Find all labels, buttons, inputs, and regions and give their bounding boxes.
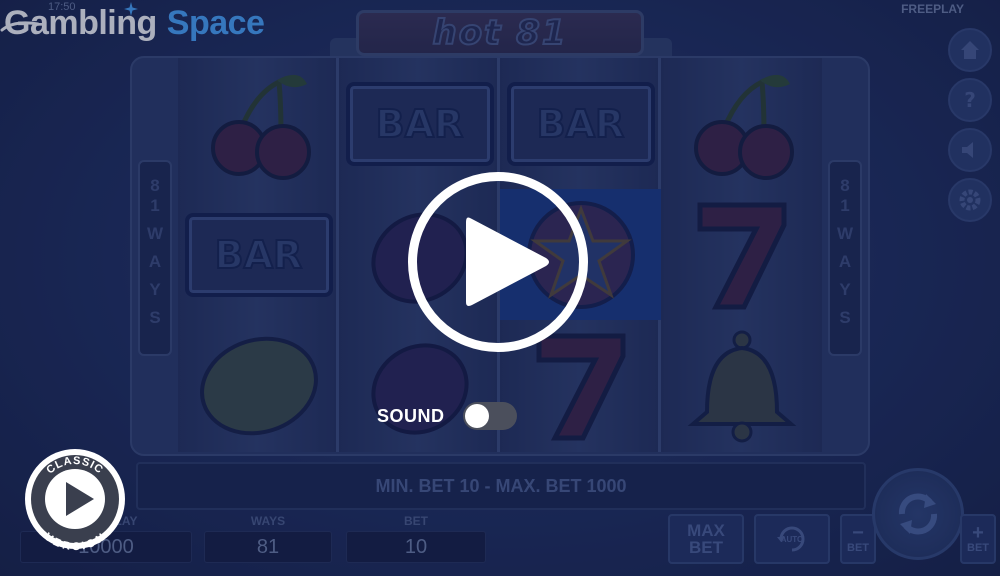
- play-button[interactable]: [408, 172, 588, 352]
- classic-version-button[interactable]: CLASSIC VERSION: [22, 446, 128, 552]
- sound-toggle-row: SOUND: [377, 402, 517, 430]
- toggle-knob: [464, 404, 489, 428]
- play-icon: [466, 217, 549, 306]
- sound-toggle[interactable]: [462, 402, 517, 430]
- sound-label: SOUND: [377, 405, 445, 426]
- game-stage: Gambling Space 17:50 FREEPLAY hot 81 8 1…: [0, 0, 1000, 576]
